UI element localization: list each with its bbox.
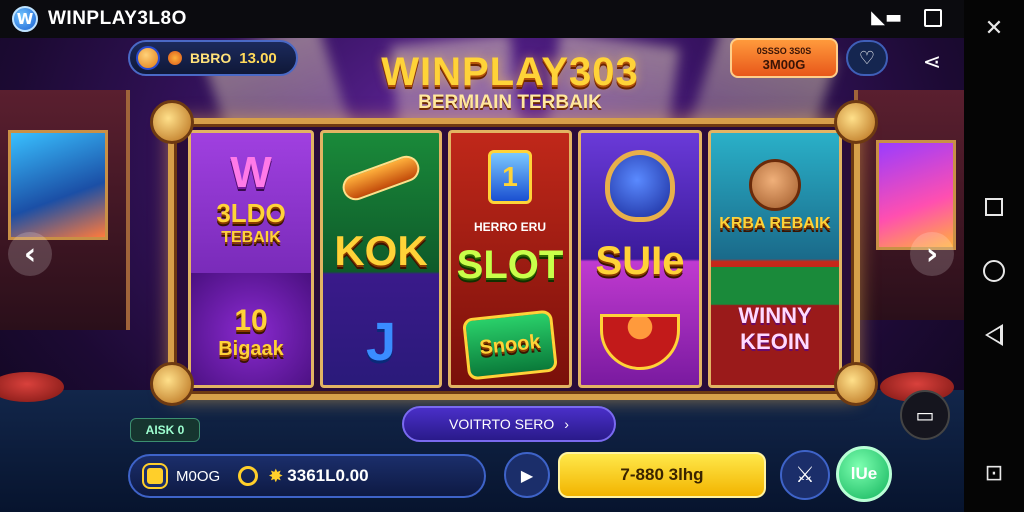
reel-2-bottom-tile: J bbox=[323, 293, 439, 385]
reel-3-small-text: HERRO ERU bbox=[473, 220, 546, 234]
arcade-machine-left bbox=[0, 90, 130, 330]
android-nav-bar: ✕ ⊡ bbox=[964, 0, 1024, 512]
reel-5-top-tile: KRBA REBAIK bbox=[711, 133, 839, 259]
reel-4-top-symbol: SUIe bbox=[595, 238, 685, 283]
chevron-right-icon: › bbox=[564, 416, 569, 432]
bet-button[interactable]: 7-880 3lhg bbox=[558, 452, 766, 498]
promo-button[interactable]: 0SSSO 3S0S 3M00G bbox=[730, 38, 838, 78]
game-stage: BBRO 13.00 0SSSO 3S0S 3M00G ♡ ⋖ WINPLAY3… bbox=[0, 0, 964, 512]
reel-3-top-icon-tile: 1 bbox=[451, 147, 569, 207]
coin-pill-label: BBRO bbox=[190, 50, 232, 66]
spin-button[interactable]: lUe bbox=[836, 446, 892, 502]
prev-arrow-button[interactable]: ‹ bbox=[8, 232, 52, 276]
brand-logo: W bbox=[12, 6, 38, 32]
chat-icon: ♡ bbox=[858, 47, 876, 69]
play-icon: ▶ bbox=[520, 465, 534, 485]
globe-icon bbox=[136, 46, 160, 70]
number-one-gem-icon: 1 bbox=[488, 150, 532, 204]
autoplay-button[interactable]: ▶ bbox=[504, 452, 550, 498]
reel-4-mid-tile: SUIe bbox=[581, 233, 699, 289]
home-button[interactable] bbox=[974, 251, 1014, 291]
reel-1-top-sub: 3LDO bbox=[216, 197, 286, 228]
reel-2[interactable]: KOK J bbox=[320, 130, 442, 388]
recents-icon bbox=[985, 197, 1003, 216]
brand-title: WINPLAY3L8O bbox=[48, 8, 187, 29]
reel-3[interactable]: 1 HERRO ERU SLOT Snook bbox=[448, 130, 572, 388]
small-badge: AISK 0 bbox=[130, 418, 200, 442]
video-icon[interactable]: ◣▬ bbox=[871, 8, 902, 28]
shield-gem-icon bbox=[605, 150, 675, 222]
reel-1-top-tile: W 3LDO TEBAIK bbox=[191, 133, 311, 261]
reel-2-top-symbol: KOK bbox=[334, 227, 428, 274]
reel-3-top-symbol: SLOT bbox=[456, 242, 564, 287]
back-icon bbox=[985, 324, 1003, 347]
screenshot-button[interactable]: ⊡ bbox=[974, 454, 1014, 494]
side-menu-button[interactable]: ▭ bbox=[900, 390, 950, 440]
promo-line2: 3M00G bbox=[762, 57, 806, 72]
mid-button-label: VOITRTO SERO bbox=[449, 416, 555, 432]
swords-icon: ⚔ bbox=[795, 462, 815, 488]
slot-reel-frame: W 3LDO TEBAIK 10 Bigaak KOK J 1 HERRO ER… bbox=[168, 118, 860, 400]
balance-value: 3361L0.00 bbox=[287, 466, 369, 485]
reel-5-bottom-tile: WINNY KEOIN bbox=[711, 267, 839, 385]
home-icon bbox=[983, 259, 1005, 282]
bowl-icon bbox=[600, 314, 680, 370]
next-arrow-button[interactable]: › bbox=[910, 232, 954, 276]
coin-icon bbox=[168, 51, 182, 65]
snook-gem: Snook bbox=[462, 309, 558, 381]
tool-button[interactable]: ⚔ bbox=[780, 450, 830, 500]
chevron-right-icon: › bbox=[925, 236, 939, 272]
frame-corner-ornament bbox=[834, 100, 878, 144]
back-button[interactable] bbox=[974, 315, 1014, 355]
top-status-bar: W WINPLAY3L8O ◣▬ bbox=[0, 0, 964, 38]
balance-label: M0OG bbox=[176, 467, 221, 485]
balance-bar: M0OG ✸ 3361L0.00 bbox=[128, 454, 486, 498]
chevron-left-icon: ‹ bbox=[23, 236, 37, 272]
reel-4-bottom-tile bbox=[581, 297, 699, 385]
reel-5-top-symbol: KRBA REBAIK bbox=[719, 215, 831, 232]
reel-4-top-icon-tile bbox=[581, 143, 699, 229]
frame-corner-ornament bbox=[834, 362, 878, 406]
reel-3-mid-tile: SLOT bbox=[451, 237, 569, 293]
panel-icon: ▭ bbox=[915, 403, 935, 427]
reel-3-bottom-symbol: Snook bbox=[478, 330, 542, 359]
reel-5[interactable]: KRBA REBAIK WINNY KEOIN bbox=[708, 130, 842, 388]
reel-5-bottom-symbol: WINNY KEOIN bbox=[738, 303, 812, 354]
recents-button[interactable] bbox=[974, 187, 1014, 227]
reel-1-bottom-sub: Bigaak bbox=[218, 337, 284, 360]
reel-1-bottom-tile: 10 Bigaak bbox=[191, 273, 311, 385]
coin-icon bbox=[238, 466, 259, 486]
mid-action-button[interactable]: VOITRTO SERO › bbox=[402, 406, 616, 442]
reel-1[interactable]: W 3LDO TEBAIK 10 Bigaak bbox=[188, 130, 314, 388]
frame-corner-ornament bbox=[150, 362, 194, 406]
reel-2-mid-tile: KOK bbox=[323, 221, 439, 281]
close-button[interactable]: ✕ bbox=[974, 8, 1014, 48]
promo-line1: 0SSSO 3S0S bbox=[756, 46, 812, 56]
coin-pill-value: 13.00 bbox=[239, 49, 277, 67]
coin-balance-pill[interactable]: BBRO 13.00 bbox=[128, 40, 298, 76]
screenshot-icon: ⊡ bbox=[984, 461, 1004, 487]
reel-1-top-sub2: TEBAIK bbox=[221, 228, 281, 246]
close-icon: ✕ bbox=[984, 15, 1004, 41]
reel-3-small-text-tile: HERRO ERU bbox=[451, 217, 569, 237]
reel-2-bottom-symbol: J bbox=[365, 312, 397, 372]
gear-icon: ✸ bbox=[268, 465, 284, 487]
reel-4[interactable]: SUIe bbox=[578, 130, 702, 388]
firecracker-icon bbox=[338, 152, 424, 204]
game-subtitle: BERMIAIN TERBAIK bbox=[418, 92, 602, 113]
frame-corner-ornament bbox=[150, 100, 194, 144]
reel-1-top-symbol: W bbox=[230, 147, 272, 197]
share-button[interactable]: ⋖ bbox=[914, 44, 950, 80]
square-icon[interactable] bbox=[924, 9, 942, 27]
share-icon: ⋖ bbox=[922, 49, 942, 75]
reel-2-top-icon-tile bbox=[323, 143, 439, 213]
character-face-icon bbox=[749, 159, 801, 211]
reel-3-bottom-tile: Snook bbox=[451, 305, 569, 385]
wallet-icon bbox=[144, 465, 166, 487]
reel-1-bottom-symbol: 10 bbox=[234, 303, 268, 337]
game-title: WINPLAY303 bbox=[381, 50, 639, 94]
chat-button[interactable]: ♡ bbox=[846, 40, 888, 76]
